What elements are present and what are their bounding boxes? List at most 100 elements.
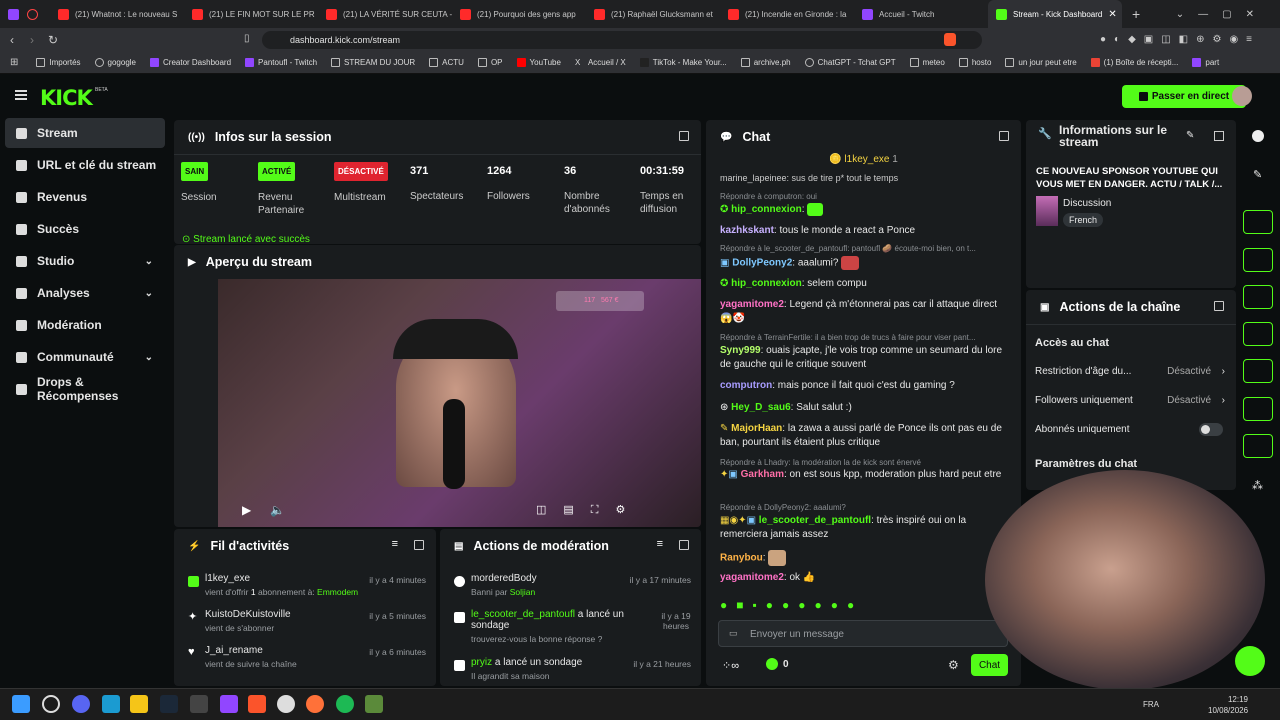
apps-icon[interactable]: ⊞ bbox=[10, 57, 18, 68]
volume-icon[interactable]: 🔈 bbox=[270, 503, 285, 517]
rail-button-save[interactable] bbox=[1243, 397, 1273, 421]
tab-3[interactable]: (21) Pourquoi des gens app bbox=[452, 0, 586, 28]
sidebar-item-succes[interactable]: Succès bbox=[5, 214, 165, 244]
back-icon[interactable]: ‹ bbox=[10, 33, 14, 47]
tab-7-active[interactable]: Stream - Kick Dashboard ✕ bbox=[988, 0, 1122, 28]
extensions-icons[interactable]: ●◐◆▣◫◧⊕⚙◉≡ bbox=[1100, 34, 1260, 45]
brave-icon[interactable] bbox=[248, 695, 266, 713]
language-indicator[interactable]: FRA bbox=[1143, 700, 1159, 709]
sidebar-item-stream[interactable]: Stream bbox=[5, 118, 165, 148]
popout-icon[interactable] bbox=[1214, 131, 1224, 141]
bookmark-7[interactable]: YouTube bbox=[511, 58, 567, 67]
search-icon[interactable] bbox=[42, 695, 60, 713]
info-icon[interactable] bbox=[1252, 130, 1264, 142]
brave-shield-icon[interactable] bbox=[944, 33, 956, 46]
bookmark-3[interactable]: Pantoufl - Twitch bbox=[239, 58, 323, 67]
forward-icon[interactable]: › bbox=[30, 33, 34, 47]
send-chat-button[interactable]: Chat bbox=[971, 654, 1008, 676]
window-controls[interactable]: ⌄—▢✕ bbox=[1176, 9, 1268, 20]
bookmark-1[interactable]: gogogle bbox=[89, 58, 142, 67]
bookmark-10[interactable]: archive.ph bbox=[735, 58, 797, 67]
avatar[interactable] bbox=[1232, 86, 1252, 106]
twitch-icon[interactable] bbox=[8, 8, 19, 20]
bookmark-12[interactable]: meteo bbox=[904, 58, 951, 67]
bookmark-8[interactable]: X Accueil / X bbox=[569, 58, 632, 67]
spotify-icon[interactable] bbox=[336, 695, 354, 713]
bookmark-6[interactable]: OP bbox=[472, 58, 509, 67]
sidebar-item-drops[interactable]: Drops & Récompenses bbox=[5, 374, 165, 404]
play-icon[interactable]: ▶ bbox=[242, 503, 251, 517]
popout-icon[interactable] bbox=[679, 540, 689, 550]
reload-icon[interactable]: ↻ bbox=[48, 33, 58, 47]
sidebar-item-revenus[interactable]: Revenus bbox=[5, 182, 165, 212]
bookmark-5[interactable]: ACTU bbox=[423, 58, 470, 67]
category-name[interactable]: Discussion bbox=[1063, 198, 1111, 209]
rail-button-wrench[interactable] bbox=[1243, 434, 1273, 458]
rail-button-expand[interactable] bbox=[1243, 210, 1273, 234]
age-restriction-row[interactable]: Restriction d'âge du... Désactivé › bbox=[1035, 366, 1227, 377]
tab-6[interactable]: Accueil - Twitch bbox=[854, 0, 988, 28]
sidebar-item-analyses[interactable]: Analyses ⌄ bbox=[5, 278, 165, 308]
sidebar-item-studio[interactable]: Studio ⌄ bbox=[5, 246, 165, 276]
chat-input[interactable]: ▭ Envoyer un message bbox=[718, 620, 1008, 647]
new-tab-icon[interactable]: + bbox=[1132, 6, 1140, 22]
rail-button-lightning[interactable] bbox=[1243, 248, 1273, 272]
app-icon[interactable] bbox=[102, 695, 120, 713]
bookmark-15[interactable]: (1) Boîte de récepti... bbox=[1085, 58, 1185, 67]
filter-icon[interactable]: ≡ bbox=[392, 538, 398, 550]
popout-icon[interactable] bbox=[1214, 301, 1224, 311]
obs-icon[interactable] bbox=[190, 695, 208, 713]
sidebar-item-moderation[interactable]: Modération bbox=[5, 310, 165, 340]
rail-button-chat[interactable] bbox=[1243, 322, 1273, 346]
bookmark-11[interactable]: ChatGPT - Tchat GPT bbox=[799, 58, 902, 67]
twitch-icon[interactable] bbox=[220, 695, 238, 713]
bookmark-14[interactable]: un jour peut etre bbox=[999, 58, 1082, 67]
go-live-button[interactable]: Passer en direct bbox=[1122, 85, 1246, 108]
chat-settings-icon[interactable]: ⚙ bbox=[948, 658, 959, 672]
discord-icon[interactable] bbox=[72, 695, 90, 713]
followers-only-row[interactable]: Followers uniquement Désactivé › bbox=[1035, 395, 1227, 406]
tab-group-icon[interactable] bbox=[27, 8, 38, 20]
bookmark-4[interactable]: STREAM DU JOUR bbox=[325, 58, 421, 67]
edit-icon[interactable]: ✎ bbox=[1186, 130, 1194, 141]
kick-logo[interactable]: KICK bbox=[40, 86, 93, 110]
player-controls[interactable]: ◫▤⛶⚙ bbox=[536, 503, 642, 517]
apps-icon[interactable]: ⁂ bbox=[1252, 479, 1263, 492]
subscribers-only-toggle[interactable] bbox=[1199, 423, 1223, 436]
rail-button-broadcast[interactable] bbox=[1243, 359, 1273, 383]
moderation-header: ▤ Actions de modération ≡ bbox=[440, 529, 701, 563]
rail-button-document[interactable] bbox=[1243, 285, 1273, 309]
folder-icon[interactable] bbox=[130, 695, 148, 713]
steam-icon[interactable] bbox=[160, 695, 178, 713]
tab-4[interactable]: (21) Raphaël Glucksmann et bbox=[586, 0, 720, 28]
menu-icon[interactable] bbox=[15, 90, 27, 92]
bookmark-9[interactable]: TikTok - Make Your... bbox=[634, 58, 733, 67]
sidebar-item-url[interactable]: URL et clé du stream bbox=[5, 150, 165, 180]
popout-icon[interactable] bbox=[414, 540, 424, 550]
start-icon[interactable] bbox=[12, 695, 30, 713]
bookmark-icon[interactable]: ▯ bbox=[244, 33, 250, 44]
channel-points-icon[interactable]: ⁘∞ bbox=[722, 659, 739, 672]
popout-icon[interactable] bbox=[679, 131, 689, 141]
firefox-icon[interactable] bbox=[306, 695, 324, 713]
tab-1[interactable]: (21) LE FIN MOT SUR LE PR bbox=[184, 0, 318, 28]
info-title: Informations sur le stream bbox=[1059, 123, 1168, 149]
tab-2[interactable]: (21) LA VÉRITÉ SUR CEUTA - bbox=[318, 0, 452, 28]
bookmark-2[interactable]: Creator Dashboard bbox=[144, 58, 237, 67]
tab-5[interactable]: (21) Incendie en Gironde : la bbox=[720, 0, 854, 28]
popout-icon[interactable] bbox=[999, 131, 1009, 141]
bookmark-0[interactable]: Importés bbox=[30, 58, 86, 67]
close-tab-icon[interactable]: ✕ bbox=[1108, 9, 1116, 20]
support-chat-icon[interactable] bbox=[1235, 646, 1265, 676]
filter-icon[interactable]: ≡ bbox=[657, 538, 663, 550]
minecraft-icon[interactable] bbox=[365, 695, 383, 713]
sidebar-item-communaute[interactable]: Communauté ⌄ bbox=[5, 342, 165, 372]
pencil-icon[interactable]: ✎ bbox=[1253, 168, 1262, 181]
emote-quickbar[interactable]: ●■▪●●●●●● bbox=[720, 598, 863, 612]
bookmark-16[interactable]: part bbox=[1186, 58, 1225, 67]
bookmark-13[interactable]: hosto bbox=[953, 58, 998, 67]
tab-0[interactable]: (21) Whatnot : Le nouveau S bbox=[50, 0, 184, 28]
stream-preview-video[interactable]: 117 567 € bbox=[218, 279, 701, 527]
clock[interactable]: 12:19 10/08/2026 bbox=[1208, 694, 1248, 716]
chrome-icon[interactable] bbox=[277, 695, 295, 713]
